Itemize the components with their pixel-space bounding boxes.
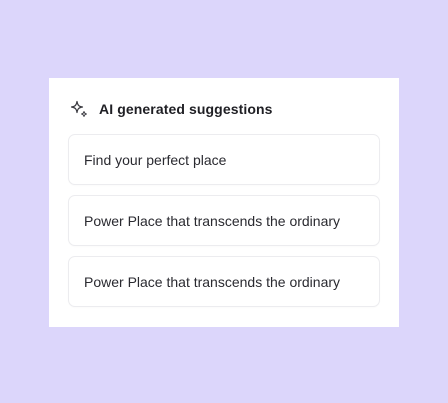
suggestion-text: Find your perfect place bbox=[84, 151, 227, 168]
suggestion-item[interactable]: Power Place that transcends the ordinary bbox=[68, 195, 380, 246]
panel-title: AI generated suggestions bbox=[99, 101, 273, 117]
suggestion-text: Power Place that transcends the ordinary bbox=[84, 212, 341, 229]
suggestion-item[interactable]: Find your perfect place bbox=[68, 134, 380, 185]
sparkle-icon bbox=[69, 99, 89, 119]
panel-header: AI generated suggestions bbox=[69, 99, 273, 119]
suggestion-text: Power Place that transcends the ordinary bbox=[84, 273, 341, 290]
ai-suggestions-panel: AI generated suggestions Find your perfe… bbox=[49, 78, 399, 327]
suggestion-item[interactable]: Power Place that transcends the ordinary bbox=[68, 256, 380, 307]
suggestion-list: Find your perfect place Power Place that… bbox=[68, 134, 380, 317]
